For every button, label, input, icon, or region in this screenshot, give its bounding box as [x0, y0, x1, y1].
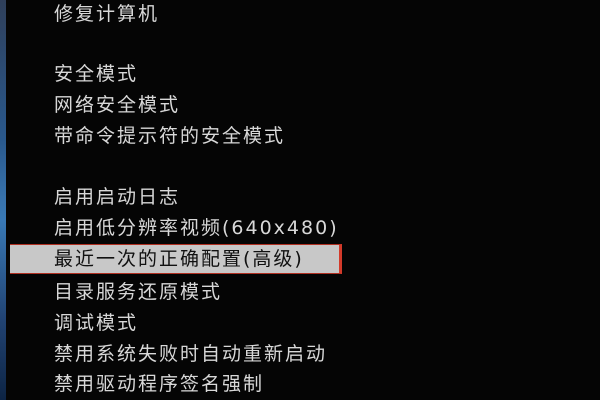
menu-item-low-resolution-video[interactable]: 启用低分辨率视频(640x480) [54, 216, 339, 240]
menu-item-disable-driver-signature[interactable]: 禁用驱动程序签名强制 [54, 372, 264, 396]
boot-options-menu: 修复计算机 安全模式 网络安全模式 带命令提示符的安全模式 启用启动日志 启用低… [0, 0, 600, 400]
menu-item-safe-mode-command-prompt[interactable]: 带命令提示符的安全模式 [54, 124, 285, 148]
menu-item-disable-auto-restart[interactable]: 禁用系统失败时自动重新启动 [54, 342, 327, 366]
menu-item-debugging-mode[interactable]: 调试模式 [54, 311, 138, 335]
menu-item-repair-computer[interactable]: 修复计算机 [54, 2, 159, 26]
menu-item-safe-mode[interactable]: 安全模式 [54, 62, 138, 86]
menu-item-last-known-good-configuration[interactable]: 最近一次的正确配置(高级) [10, 244, 342, 274]
advanced-boot-options-screen: 修复计算机 安全模式 网络安全模式 带命令提示符的安全模式 启用启动日志 启用低… [0, 0, 600, 400]
menu-item-enable-boot-logging[interactable]: 启用启动日志 [54, 185, 180, 209]
menu-item-safe-mode-networking[interactable]: 网络安全模式 [54, 93, 180, 117]
menu-item-directory-services-restore[interactable]: 目录服务还原模式 [54, 280, 222, 304]
